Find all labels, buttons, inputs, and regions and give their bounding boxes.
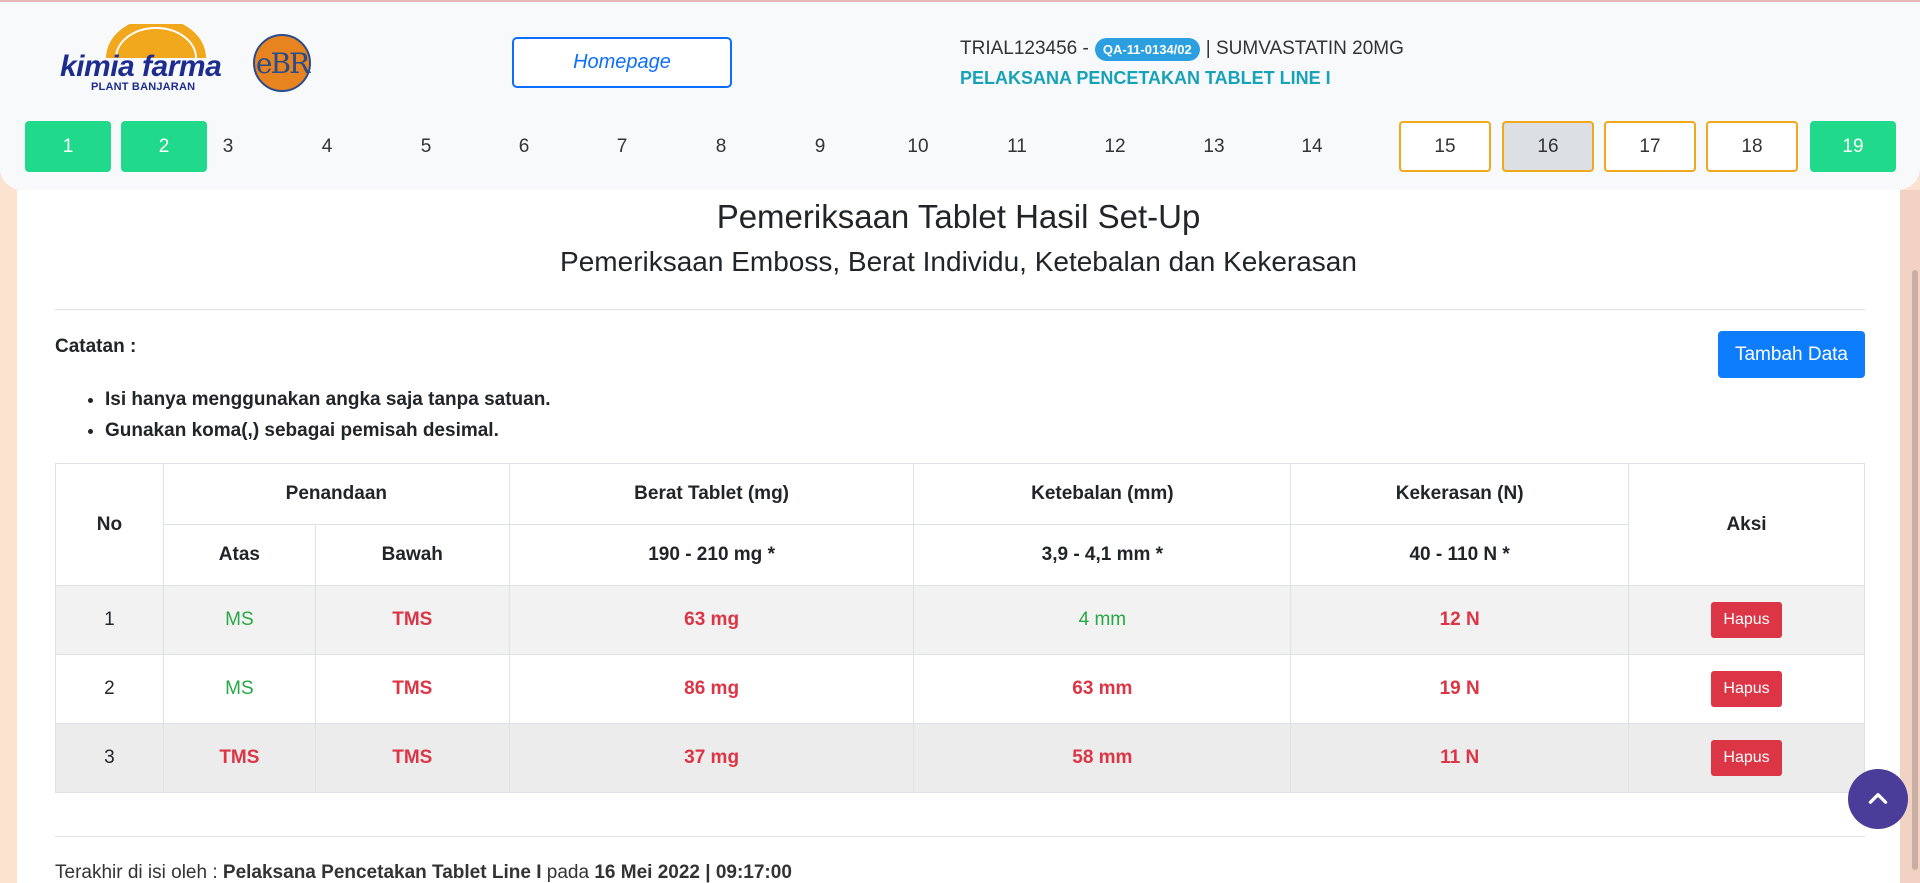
step-11[interactable]: 11 <box>992 121 1042 172</box>
cell-no: 1 <box>55 585 164 655</box>
cell-bawah: TMS <box>314 585 510 655</box>
stage-title: PELAKSANA PENCETAKAN TABLET LINE I <box>960 68 1331 88</box>
header-berat-spec: 190 - 210 mg * <box>508 524 915 586</box>
step-13[interactable]: 13 <box>1189 121 1239 172</box>
cell-berat: 37 mg <box>508 723 915 793</box>
header-bawah: Bawah <box>314 524 510 586</box>
header-kekerasan: Kekerasan (N) <box>1290 463 1630 525</box>
cell-bawah: TMS <box>314 654 510 724</box>
main-card: Pemeriksaan Tablet Hasil Set-Up Pemeriks… <box>17 190 1900 883</box>
header-atas: Atas <box>162 524 316 586</box>
divider <box>55 836 1865 837</box>
step-14[interactable]: 14 <box>1287 121 1337 172</box>
step-17[interactable]: 17 <box>1604 121 1696 172</box>
footer-pada: pada <box>546 862 590 883</box>
delete-button[interactable]: Hapus <box>1711 740 1782 776</box>
homepage-button[interactable]: Homepage <box>512 37 732 88</box>
cell-aksi: Hapus <box>1628 723 1865 793</box>
step-5[interactable]: 5 <box>401 121 451 172</box>
inspection-table: No Penandaan Berat Tablet (mg) Ketebalan… <box>55 463 1865 793</box>
step-navigation: 1 2 3 4 5 6 7 8 9 10 11 12 13 14 15 16 17 18 19 <box>25 121 1896 172</box>
step-16[interactable]: 16 <box>1502 121 1594 172</box>
step-7[interactable]: 7 <box>597 121 647 172</box>
cell-atas: MS <box>162 585 316 655</box>
divider <box>55 309 1865 310</box>
step-10[interactable]: 10 <box>893 121 943 172</box>
step-9[interactable]: 9 <box>795 121 845 172</box>
app-header: kimia farma PLANT BANJARAN eBR Homepage … <box>0 0 1920 190</box>
step-8[interactable]: 8 <box>696 121 746 172</box>
header-penandaan: Penandaan <box>162 463 510 525</box>
step-19[interactable]: 19 <box>1810 121 1896 172</box>
footer-user: Pelaksana Pencetakan Tablet Line I <box>222 862 542 883</box>
footer-prefix: Terakhir di isi oleh : <box>55 862 218 883</box>
cell-berat: 63 mg <box>508 585 915 655</box>
delete-button[interactable]: Hapus <box>1711 671 1782 707</box>
header-ketebalan-spec: 3,9 - 4,1 mm * <box>913 524 1292 586</box>
cell-kekerasan: 11 N <box>1290 723 1630 793</box>
table-row: 2 MS TMS 86 mg 63 mm 19 N Hapus <box>55 654 1865 724</box>
delete-button[interactable]: Hapus <box>1711 602 1782 638</box>
header-berat: Berat Tablet (mg) <box>508 463 915 525</box>
brand-name: kimia farma <box>60 50 222 83</box>
trial-code: TRIAL123456 - <box>960 38 1089 59</box>
step-3[interactable]: 3 <box>203 121 253 172</box>
step-12[interactable]: 12 <box>1090 121 1140 172</box>
step-4[interactable]: 4 <box>302 121 352 172</box>
page-heading: Pemeriksaan Tablet Hasil Set-Up Pemeriks… <box>17 190 1900 278</box>
cell-berat: 86 mg <box>508 654 915 724</box>
cell-ketebalan: 58 mm <box>913 723 1292 793</box>
product-name: | SUMVASTATIN 20MG <box>1205 38 1404 59</box>
brand-subtitle: PLANT BANJARAN <box>91 81 196 93</box>
cell-atas: MS <box>162 654 316 724</box>
note-item: Isi hanya menggunakan angka saja tanpa s… <box>105 384 551 415</box>
cell-no: 3 <box>55 723 164 793</box>
cell-bawah: TMS <box>314 723 510 793</box>
notes-list: Isi hanya menggunakan angka saja tanpa s… <box>85 384 551 446</box>
cell-kekerasan: 12 N <box>1290 585 1630 655</box>
step-6[interactable]: 6 <box>499 121 549 172</box>
step-2[interactable]: 2 <box>121 121 207 172</box>
cell-no: 2 <box>55 654 164 724</box>
cell-aksi: Hapus <box>1628 654 1865 724</box>
header-kekerasan-spec: 40 - 110 N * <box>1290 524 1630 586</box>
page-title: Pemeriksaan Tablet Hasil Set-Up <box>716 198 1201 235</box>
table-row: 3 TMS TMS 37 mg 58 mm 11 N Hapus <box>55 723 1865 793</box>
chevron-up-icon <box>1868 793 1888 804</box>
scroll-to-top-button[interactable] <box>1848 769 1908 829</box>
ebr-logo: eBR <box>253 34 311 92</box>
step-18[interactable]: 18 <box>1706 121 1798 172</box>
footer-datetime: 16 Mei 2022 | 09:17:00 <box>594 862 792 883</box>
step-1[interactable]: 1 <box>25 121 111 172</box>
document-info: TRIAL123456 - QA-11-0134/02 | SUMVASTATI… <box>960 36 1404 89</box>
page-scrollbar[interactable] <box>1912 270 1918 870</box>
page-subtitle: Pemeriksaan Emboss, Berat Individu, Kete… <box>560 246 1357 277</box>
kimia-farma-logo: kimia farma PLANT BANJARAN <box>58 24 228 94</box>
header-aksi: Aksi <box>1628 463 1865 586</box>
table-row: 1 MS TMS 63 mg 4 mm 12 N Hapus <box>55 585 1865 655</box>
header-ketebalan: Ketebalan (mm) <box>913 463 1292 525</box>
qa-badge: QA-11-0134/02 <box>1094 37 1200 61</box>
cell-kekerasan: 19 N <box>1290 654 1630 724</box>
header-no: No <box>55 463 164 586</box>
note-item: Gunakan koma(,) sebagai pemisah desimal. <box>105 415 551 446</box>
cell-aksi: Hapus <box>1628 585 1865 655</box>
add-data-button[interactable]: Tambah Data <box>1718 331 1865 378</box>
notes-label: Catatan : <box>55 336 137 357</box>
cell-ketebalan: 4 mm <box>913 585 1292 655</box>
cell-ketebalan: 63 mm <box>913 654 1292 724</box>
step-15[interactable]: 15 <box>1399 121 1491 172</box>
cell-atas: TMS <box>162 723 316 793</box>
last-filled-info: Terakhir di isi oleh : Pelaksana Penceta… <box>55 862 792 883</box>
